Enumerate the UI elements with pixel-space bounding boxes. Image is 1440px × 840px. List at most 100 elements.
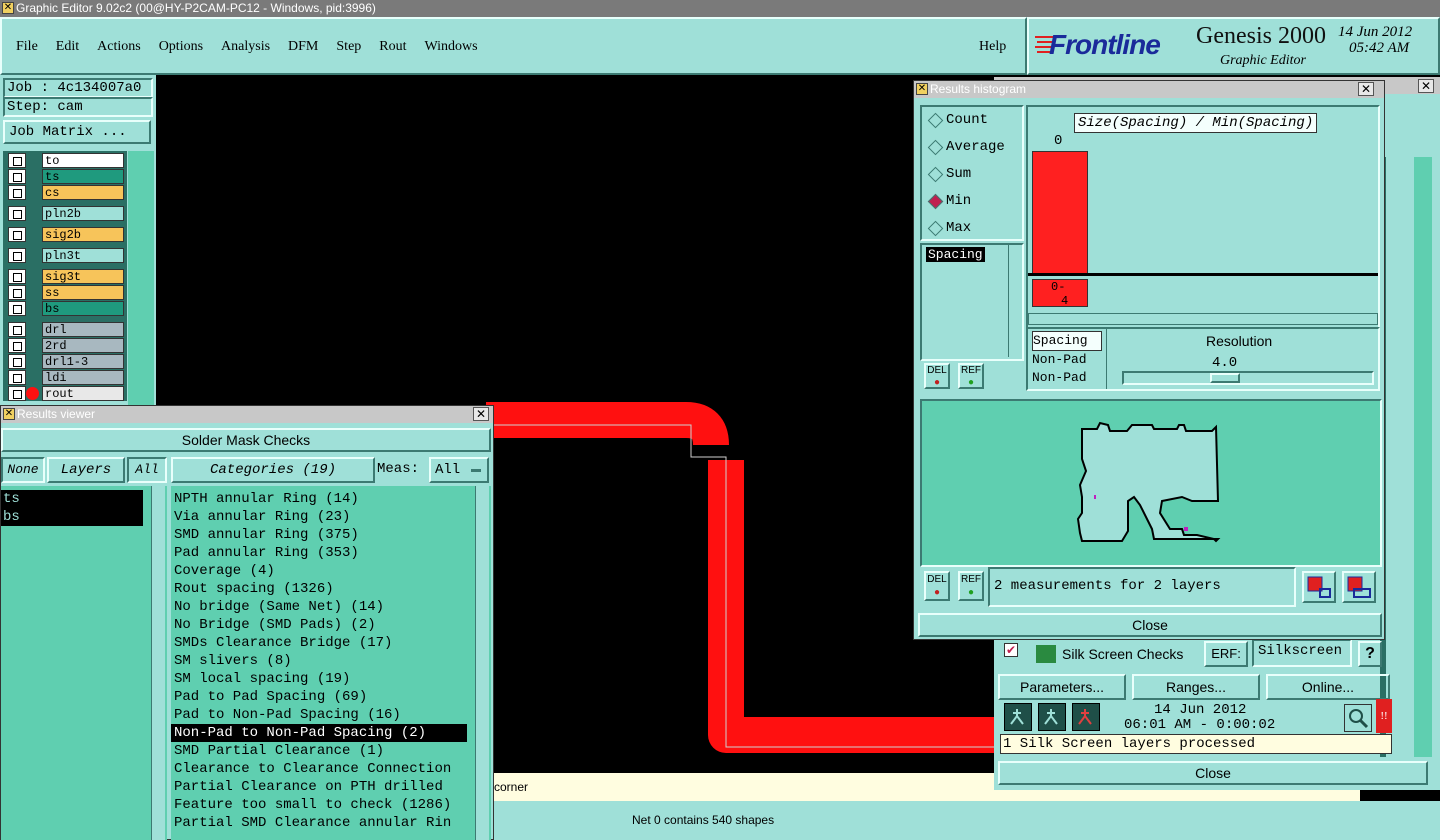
measure-scrollbar[interactable]	[1008, 245, 1022, 357]
histogram-bin[interactable]: 0- 4	[1032, 279, 1088, 308]
menu-dfm[interactable]: DFM	[288, 39, 318, 54]
layer-name[interactable]: ts	[42, 169, 124, 184]
layer-checkbox[interactable]	[8, 206, 26, 221]
category-item[interactable]: SM local spacing (19)	[171, 670, 491, 688]
layer-name[interactable]: pln2b	[42, 206, 124, 221]
erf-value[interactable]: Silkscreen	[1252, 639, 1352, 667]
parameters-button[interactable]: Parameters...	[998, 674, 1126, 700]
layer-name[interactable]: pln3t	[42, 248, 124, 263]
layer-name[interactable]: ldi	[42, 370, 124, 385]
category-item[interactable]: Pad to Pad Spacing (69)	[171, 688, 491, 706]
viewer-layer-item[interactable]: ts	[1, 490, 143, 508]
category-item[interactable]: SM slivers (8)	[171, 652, 491, 670]
category-item[interactable]: Non-Pad to Non-Pad Spacing (2)	[171, 724, 467, 742]
menu-step[interactable]: Step	[336, 39, 361, 54]
silk-close-button[interactable]: Close	[998, 761, 1428, 785]
layer-checkbox[interactable]	[8, 386, 26, 401]
viewer-close-icon[interactable]: ✕	[473, 407, 489, 421]
run-icon[interactable]	[1004, 703, 1032, 731]
layer-checkbox[interactable]	[8, 322, 26, 337]
mode-radio-max[interactable]: Max	[922, 215, 1022, 242]
job-matrix-button[interactable]: Job Matrix ...	[3, 120, 151, 144]
layer-name[interactable]: 2rd	[42, 338, 124, 353]
category-item[interactable]: SMD Partial Clearance (1)	[171, 742, 491, 760]
layer-checkbox[interactable]	[8, 354, 26, 369]
category-item[interactable]: Partial SMD Clearance annular Rin	[171, 814, 491, 832]
zoom-to-measure-icon[interactable]	[1302, 571, 1336, 603]
layer-checkbox[interactable]	[8, 169, 26, 184]
resolution-item[interactable]: Non-Pad	[1032, 351, 1102, 369]
layer-name[interactable]: ss	[42, 285, 124, 300]
online-button[interactable]: Online...	[1266, 674, 1390, 700]
layer-name[interactable]: bs	[42, 301, 124, 316]
mode-radio-min[interactable]: Min	[922, 188, 1022, 215]
all-button[interactable]: All	[127, 457, 167, 483]
category-item[interactable]: Pad to Non-Pad Spacing (16)	[171, 706, 491, 724]
board-preview[interactable]	[920, 399, 1382, 567]
menu-file[interactable]: File	[16, 39, 38, 54]
category-item[interactable]: Clearance to Clearance Connection	[171, 760, 491, 778]
layer-name[interactable]: drl	[42, 322, 124, 337]
help-icon[interactable]: ?	[1358, 641, 1382, 667]
menu-edit[interactable]: Edit	[56, 39, 79, 54]
category-item[interactable]: Via annular Ring (23)	[171, 508, 491, 526]
histogram-bar[interactable]	[1032, 151, 1088, 275]
measure-item[interactable]: Spacing	[926, 247, 985, 262]
mode-radio-count[interactable]: Count	[922, 107, 1022, 134]
category-scrollbar[interactable]	[475, 486, 489, 840]
layer-checkbox[interactable]	[8, 338, 26, 353]
resolution-slider-handle[interactable]	[1210, 373, 1240, 383]
layer-name[interactable]: sig3t	[42, 269, 124, 284]
menu-actions[interactable]: Actions	[97, 39, 141, 54]
menu-windows[interactable]: Windows	[425, 39, 478, 54]
silk-panel-close-icon[interactable]: ✕	[1418, 79, 1434, 93]
layer-name[interactable]: to	[42, 153, 124, 168]
histogram-close-button[interactable]: Close	[918, 613, 1382, 637]
category-item[interactable]: Feature too small to check (1286)	[171, 796, 491, 814]
check-name-button[interactable]: Solder Mask Checks	[1, 428, 491, 452]
layer-name[interactable]: rout	[42, 386, 124, 401]
menu-options[interactable]: Options	[159, 39, 203, 54]
category-item[interactable]: Pad annular Ring (353)	[171, 544, 491, 562]
category-item[interactable]: No Bridge (SMD Pads) (2)	[171, 616, 491, 634]
silk-panel-scrollbar[interactable]	[1414, 157, 1432, 757]
layer-checkbox[interactable]	[8, 227, 26, 242]
category-item[interactable]: NPTH annular Ring (14)	[171, 490, 491, 508]
resolution-slider[interactable]	[1122, 371, 1374, 385]
silk-checkbox[interactable]: ✔	[1004, 643, 1018, 657]
run-selected-icon[interactable]	[1072, 703, 1100, 731]
zoom-icon[interactable]	[1344, 704, 1372, 732]
layer-results-scrollbar[interactable]	[151, 486, 165, 840]
help-menu[interactable]: Help	[979, 39, 1006, 55]
category-item[interactable]: Partial Clearance on PTH drilled	[171, 778, 491, 796]
mode-radio-average[interactable]: Average	[922, 134, 1022, 161]
layer-name[interactable]: cs	[42, 185, 124, 200]
resolution-item[interactable]: Non-Pad	[1032, 369, 1102, 387]
meas-dropdown[interactable]: All	[429, 457, 489, 483]
chart-hscroll[interactable]	[1028, 313, 1378, 325]
layer-checkbox[interactable]	[8, 185, 26, 200]
viewer-layer-item[interactable]: bs	[1, 508, 143, 526]
category-item[interactable]: SMDs Clearance Bridge (17)	[171, 634, 491, 652]
ref-button-2[interactable]: REF ●	[958, 571, 984, 601]
layer-checkbox[interactable]	[8, 269, 26, 284]
del-button[interactable]: DEL ●	[924, 363, 950, 389]
layer-name[interactable]: drl1-3	[42, 354, 124, 369]
layer-checkbox[interactable]	[8, 370, 26, 385]
zoom-to-layer-icon[interactable]	[1342, 571, 1376, 603]
histogram-close-icon[interactable]: ✕	[1358, 82, 1374, 96]
mode-radio-sum[interactable]: Sum	[922, 161, 1022, 188]
layer-checkbox[interactable]	[8, 301, 26, 316]
category-item[interactable]: No bridge (Same Net) (14)	[171, 598, 491, 616]
run-all-icon[interactable]	[1038, 703, 1066, 731]
layer-checkbox[interactable]	[8, 153, 26, 168]
menu-analysis[interactable]: Analysis	[221, 39, 270, 54]
ranges-button[interactable]: Ranges...	[1132, 674, 1260, 700]
ref-button[interactable]: REF ●	[958, 363, 984, 389]
none-button[interactable]: None	[1, 457, 45, 483]
layers-button[interactable]: Layers	[47, 457, 125, 483]
resolution-item[interactable]: Spacing	[1032, 331, 1102, 351]
res-scrollbar[interactable]	[1106, 329, 1118, 389]
category-item[interactable]: Coverage (4)	[171, 562, 491, 580]
layer-checkbox[interactable]	[8, 248, 26, 263]
